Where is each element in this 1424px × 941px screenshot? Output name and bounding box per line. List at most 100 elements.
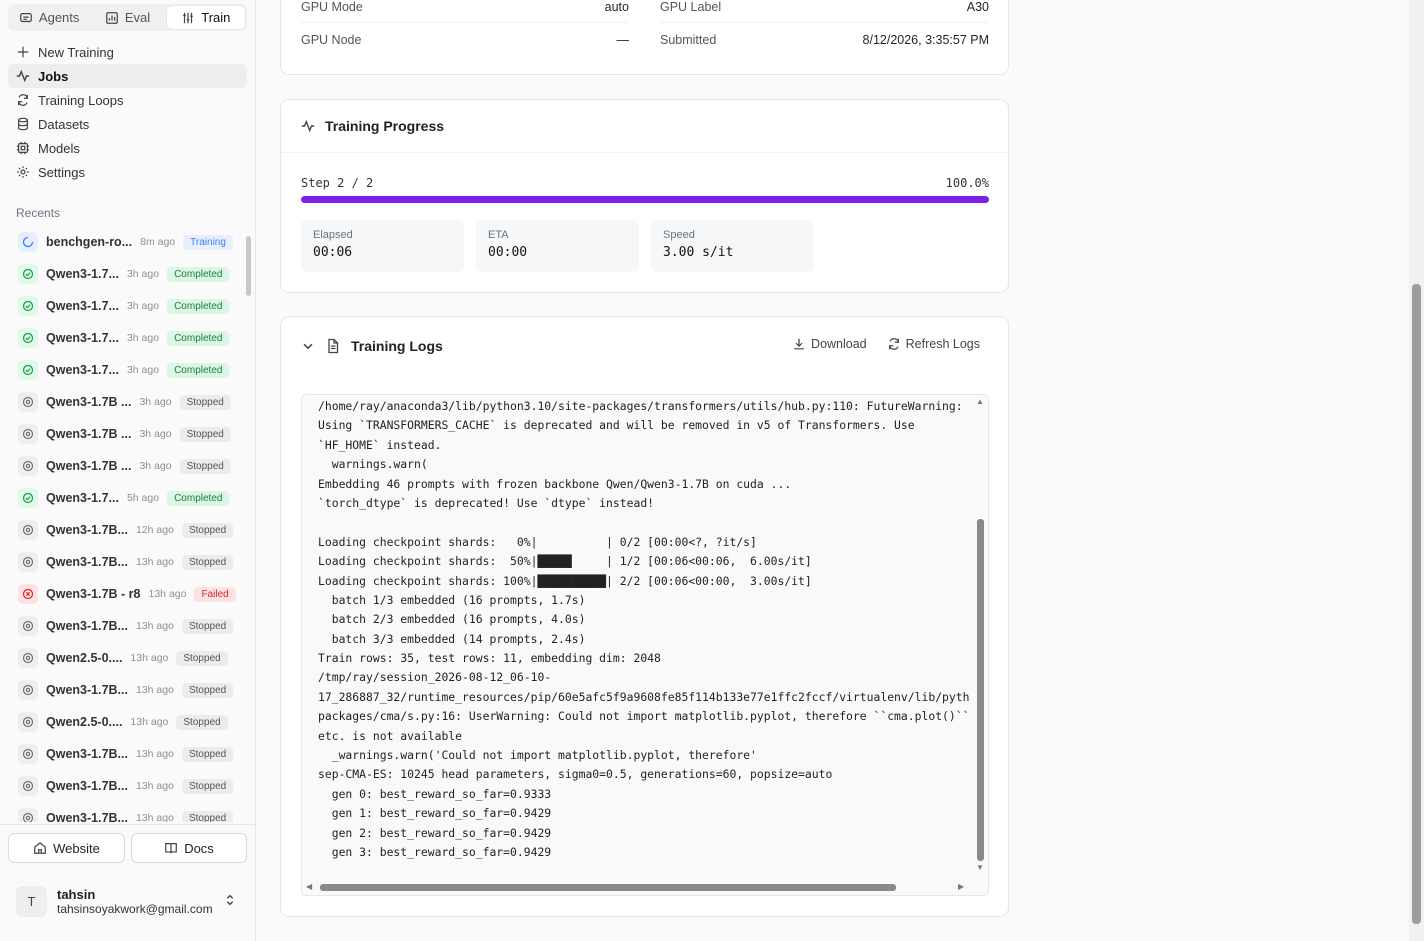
recent-item-name: benchgen-ro...: [46, 235, 133, 249]
log-line: `HF_HOME` instead.: [318, 437, 442, 452]
refresh-logs-label: Refresh Logs: [905, 337, 980, 351]
avatar: T: [16, 885, 47, 917]
check-circle-icon: [18, 328, 38, 348]
recent-item[interactable]: Qwen2.5-0.... 13h ago Stopped: [8, 706, 244, 738]
recents-heading: Recents: [16, 206, 61, 220]
recent-item-name: Qwen3-1.7B...: [46, 683, 128, 697]
job-info-card: GPU Mode auto GPU Label A30 GPU Node — S…: [280, 0, 1009, 75]
recents-scrollbar[interactable]: [246, 226, 252, 822]
nav-item-new-training[interactable]: New Training: [8, 40, 247, 64]
log-line: batch 3/3 embedded (14 prompts, 2.4s): [318, 631, 586, 646]
recent-item-name: Qwen3-1.7...: [46, 299, 119, 313]
status-badge: Stopped: [179, 458, 231, 474]
stop-circle-icon: [18, 552, 38, 572]
nav-item-jobs[interactable]: Jobs: [8, 64, 247, 88]
docs-button[interactable]: Docs: [131, 833, 247, 863]
recent-item-time: 3h ago: [126, 332, 160, 344]
log-line: /home/ray/anaconda3/lib/python3.10/site-…: [318, 399, 963, 413]
stop-circle-icon: [18, 808, 38, 822]
refresh-icon: [887, 337, 901, 351]
chevron-down-icon[interactable]: [301, 339, 315, 353]
recent-item[interactable]: Qwen3-1.7B... 13h ago Stopped: [8, 770, 244, 802]
database-icon: [16, 117, 30, 131]
recent-item-time: 3h ago: [139, 396, 172, 408]
stop-circle-icon: [18, 616, 38, 636]
progress-bar-fill: [301, 196, 989, 203]
log-output[interactable]: /home/ray/anaconda3/lib/python3.10/site-…: [301, 394, 989, 896]
activity-icon: [301, 119, 315, 133]
tab-agents[interactable]: Agents: [10, 6, 88, 29]
recent-item-time: 13h ago: [148, 588, 187, 600]
recent-item[interactable]: Qwen3-1.7B - r8 13h ago Failed: [8, 578, 244, 610]
recent-item[interactable]: Qwen3-1.7... 3h ago Completed: [8, 258, 244, 290]
recent-item[interactable]: Qwen3-1.7... 3h ago Completed: [8, 290, 244, 322]
recent-item[interactable]: Qwen3-1.7B ... 3h ago Stopped: [8, 450, 244, 482]
log-horizontal-scrollbar[interactable]: ◀ ▶: [302, 879, 988, 895]
stat-speed: Speed 3.00 s/it: [651, 220, 814, 272]
recent-item-time: 13h ago: [135, 684, 174, 696]
gpu-node-value: —: [616, 33, 630, 47]
recent-item-time: 13h ago: [135, 748, 174, 760]
log-line: Loading checkpoint shards: 0%| | 0/2 [00…: [318, 534, 757, 549]
log-line: `torch_dtype` is deprecated! Use `dtype`…: [318, 495, 655, 510]
stat-label: Elapsed: [313, 229, 353, 241]
recent-item-time: 3h ago: [139, 428, 172, 440]
nav-item-training-loops[interactable]: Training Loops: [8, 88, 247, 112]
tab-label: Eval: [124, 10, 151, 25]
stat-label: Speed: [663, 229, 695, 241]
recent-item-time: 13h ago: [135, 780, 174, 792]
recent-item-name: Qwen3-1.7...: [46, 363, 119, 377]
recent-item-time: 3h ago: [126, 268, 160, 280]
tab-eval[interactable]: Eval: [88, 6, 166, 29]
logs-title: Training Logs: [351, 338, 443, 354]
recent-item[interactable]: Qwen3-1.7B... 13h ago Stopped: [8, 802, 244, 822]
log-line: batch 1/3 embedded (16 prompts, 1.7s): [318, 592, 586, 607]
recent-item[interactable]: Qwen3-1.7... 5h ago Completed: [8, 482, 244, 514]
recent-item[interactable]: Qwen3-1.7B ... 3h ago Stopped: [8, 418, 244, 450]
stop-circle-icon: [18, 744, 38, 764]
recent-item[interactable]: Qwen2.5-0.... 13h ago Stopped: [8, 642, 244, 674]
recent-item-name: Qwen3-1.7B - r8: [46, 587, 141, 601]
recent-item-name: Qwen3-1.7B ...: [46, 459, 132, 473]
tab-train[interactable]: Train: [166, 6, 245, 29]
nav-item-datasets[interactable]: Datasets: [8, 112, 247, 136]
user-menu[interactable]: T tahsin tahsinsoyakwork@gmail.com: [16, 885, 241, 917]
website-button[interactable]: Website: [8, 833, 125, 863]
page-scrollbar[interactable]: [1409, 0, 1424, 941]
training-logs-card: Training Logs Download Refresh Logs /hom…: [280, 316, 1009, 917]
submitted-value: 8/12/2026, 3:35:57 PM: [862, 33, 989, 47]
check-circle-icon: [18, 296, 38, 316]
recent-item[interactable]: Qwen3-1.7... 3h ago Completed: [8, 322, 244, 354]
stat-label: ETA: [488, 229, 509, 241]
nav-item-settings[interactable]: Settings: [8, 160, 247, 184]
recent-item[interactable]: benchgen-ro... 8m ago Training: [8, 226, 244, 258]
refresh-logs-button[interactable]: Refresh Logs: [887, 337, 980, 351]
nav-item-models[interactable]: Models: [8, 136, 247, 160]
recent-item[interactable]: Qwen3-1.7B ... 3h ago Stopped: [8, 386, 244, 418]
download-button[interactable]: Download: [792, 337, 867, 351]
recent-item[interactable]: Qwen3-1.7B... 13h ago Stopped: [8, 674, 244, 706]
nav-label: Models: [38, 140, 80, 156]
stat-eta: ETA 00:00: [476, 220, 639, 272]
stop-circle-icon: [18, 520, 38, 540]
download-icon: [792, 337, 806, 351]
recent-item[interactable]: Qwen3-1.7B... 12h ago Stopped: [8, 514, 244, 546]
stat-elapsed: Elapsed 00:06: [301, 220, 464, 272]
log-line: gen 0: best_reward_so_far=0.9333: [318, 786, 552, 801]
tab-label: Train: [201, 10, 231, 25]
log-vertical-scrollbar[interactable]: ▲ ▼: [974, 395, 986, 875]
bar-chart-icon: [105, 11, 119, 25]
recent-item[interactable]: Qwen3-1.7B... 13h ago Stopped: [8, 546, 244, 578]
status-badge: Stopped: [181, 746, 234, 762]
recent-item-name: Qwen2.5-0....: [46, 715, 123, 729]
plus-icon: [16, 45, 30, 59]
check-circle-icon: [18, 264, 38, 284]
stop-circle-icon: [18, 776, 38, 796]
recent-item[interactable]: Qwen3-1.7B... 13h ago Stopped: [8, 738, 244, 770]
recent-item[interactable]: Qwen3-1.7B... 13h ago Stopped: [8, 610, 244, 642]
recent-item[interactable]: Qwen3-1.7... 3h ago Completed: [8, 354, 244, 386]
log-line: Loading checkpoint shards: 100%|████████…: [318, 573, 812, 588]
book-icon: [164, 841, 178, 855]
recent-item-name: Qwen3-1.7...: [46, 491, 119, 505]
